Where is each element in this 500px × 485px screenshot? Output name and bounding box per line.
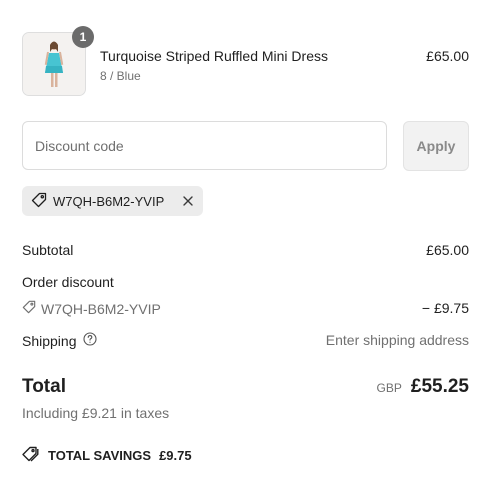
shipping-label: Shipping <box>22 332 77 349</box>
total-amount: £55.25 <box>410 376 469 397</box>
question-circle-icon[interactable] <box>82 332 97 349</box>
shipping-row: Shipping <box>22 332 97 349</box>
apply-discount-button[interactable]: Apply <box>403 121 469 171</box>
shipping-value: Enter shipping address <box>325 332 469 348</box>
order-discount-code: W7QH-B6M2-YVIP <box>22 300 161 317</box>
currency-code: GBP <box>376 381 402 395</box>
savings-label: TOTAL SAVINGS <box>48 448 152 463</box>
discount-code-text: W7QH-B6M2-YVIP <box>41 300 161 317</box>
total-amount-group: GBP £55.25 <box>377 376 469 398</box>
quantity-badge: 1 <box>72 26 94 48</box>
product-name: Turquoise Striped Ruffled Mini Dress <box>100 48 328 64</box>
tag-icon <box>22 300 36 317</box>
total-label: Total <box>22 376 66 397</box>
total-savings: TOTAL SAVINGS £9.75 <box>22 446 192 465</box>
discount-value: − £9.75 <box>421 300 469 316</box>
tax-note: Including £9.21 in taxes <box>22 405 170 421</box>
savings-value: £9.75 <box>159 448 192 463</box>
tag-icon <box>31 192 47 211</box>
discount-code-input[interactable] <box>22 121 387 170</box>
tags-icon <box>22 446 40 465</box>
product-price: £65.00 <box>426 48 469 64</box>
order-discount-label: Order discount <box>22 274 114 290</box>
subtotal-label: Subtotal <box>22 242 74 258</box>
applied-discount-chip: W7QH-B6M2-YVIP <box>22 186 203 216</box>
product-variant: 8 / Blue <box>100 69 141 83</box>
subtotal-value: £65.00 <box>426 242 469 258</box>
applied-discount-code: W7QH-B6M2-YVIP <box>53 193 165 209</box>
close-icon[interactable] <box>181 194 195 208</box>
